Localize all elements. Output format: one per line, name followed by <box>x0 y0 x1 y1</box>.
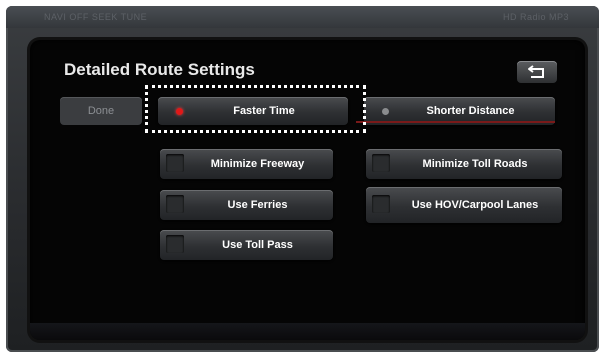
use-hov-carpool-lanes-toggle[interactable]: Use HOV/Carpool Lanes <box>366 187 562 223</box>
minimize-toll-roads-toggle[interactable]: Minimize Toll Roads <box>366 149 562 179</box>
checkbox-icon <box>166 195 184 213</box>
back-button[interactable] <box>517 61 557 83</box>
bottom-status-strip <box>30 323 585 340</box>
use-ferries-label: Use Ferries <box>227 199 288 211</box>
minimize-freeway-toggle[interactable]: Minimize Freeway <box>160 149 333 179</box>
selection-divider <box>356 121 555 123</box>
use-hov-carpool-lanes-label: Use HOV/Carpool Lanes <box>411 199 539 211</box>
checkbox-icon <box>166 154 184 172</box>
bezel-left-label: NAVI OFF SEEK TUNE <box>44 12 148 22</box>
device-bezel: NAVI OFF SEEK TUNE HD Radio MP3 Detailed… <box>6 6 599 352</box>
use-toll-pass-toggle[interactable]: Use Toll Pass <box>160 230 333 260</box>
minimize-toll-roads-label: Minimize Toll Roads <box>422 158 528 170</box>
back-arrow-icon <box>528 65 544 78</box>
done-button[interactable]: Done <box>60 97 142 125</box>
checkbox-icon <box>166 235 184 253</box>
use-ferries-toggle[interactable]: Use Ferries <box>160 190 333 220</box>
bezel-top-strip: NAVI OFF SEEK TUNE HD Radio MP3 <box>6 6 599 28</box>
highlight-annotation-box <box>145 85 366 133</box>
checkbox-icon <box>372 195 390 213</box>
page-title: Detailed Route Settings <box>64 60 255 79</box>
minimize-freeway-label: Minimize Freeway <box>210 158 305 170</box>
radio-unselected-icon <box>382 108 389 115</box>
bezel-right-label: HD Radio MP3 <box>502 12 569 22</box>
use-toll-pass-label: Use Toll Pass <box>222 239 293 251</box>
checkbox-icon <box>372 154 390 172</box>
